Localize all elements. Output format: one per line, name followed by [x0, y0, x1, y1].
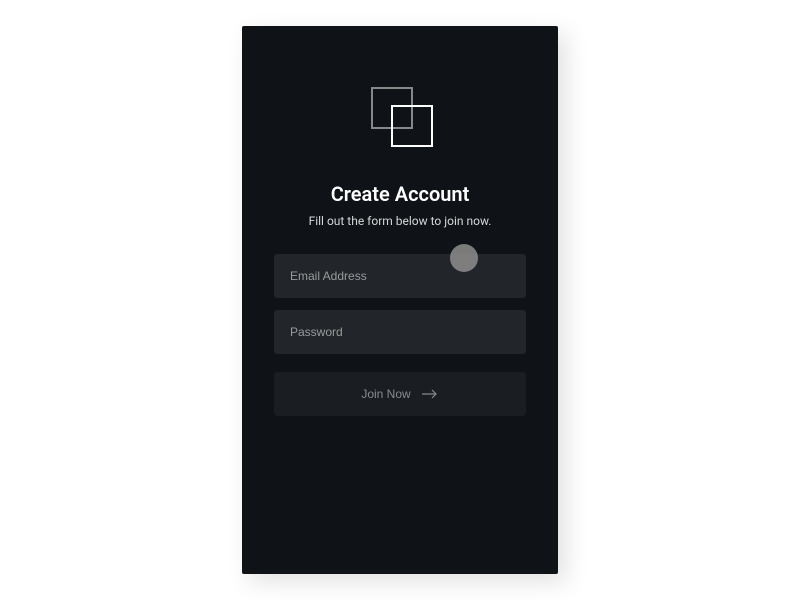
join-now-label: Join Now — [361, 387, 410, 401]
page-title: Create Account — [331, 182, 470, 206]
logo-icon — [358, 82, 442, 154]
touch-indicator-icon — [450, 244, 478, 272]
arrow-right-icon — [421, 389, 439, 399]
signup-screen: Create Account Fill out the form below t… — [242, 26, 558, 574]
email-field[interactable] — [274, 254, 526, 298]
password-field[interactable] — [274, 310, 526, 354]
join-now-button[interactable]: Join Now — [274, 372, 526, 416]
page-subtitle: Fill out the form below to join now. — [309, 214, 492, 228]
signup-form: Join Now — [274, 254, 526, 416]
